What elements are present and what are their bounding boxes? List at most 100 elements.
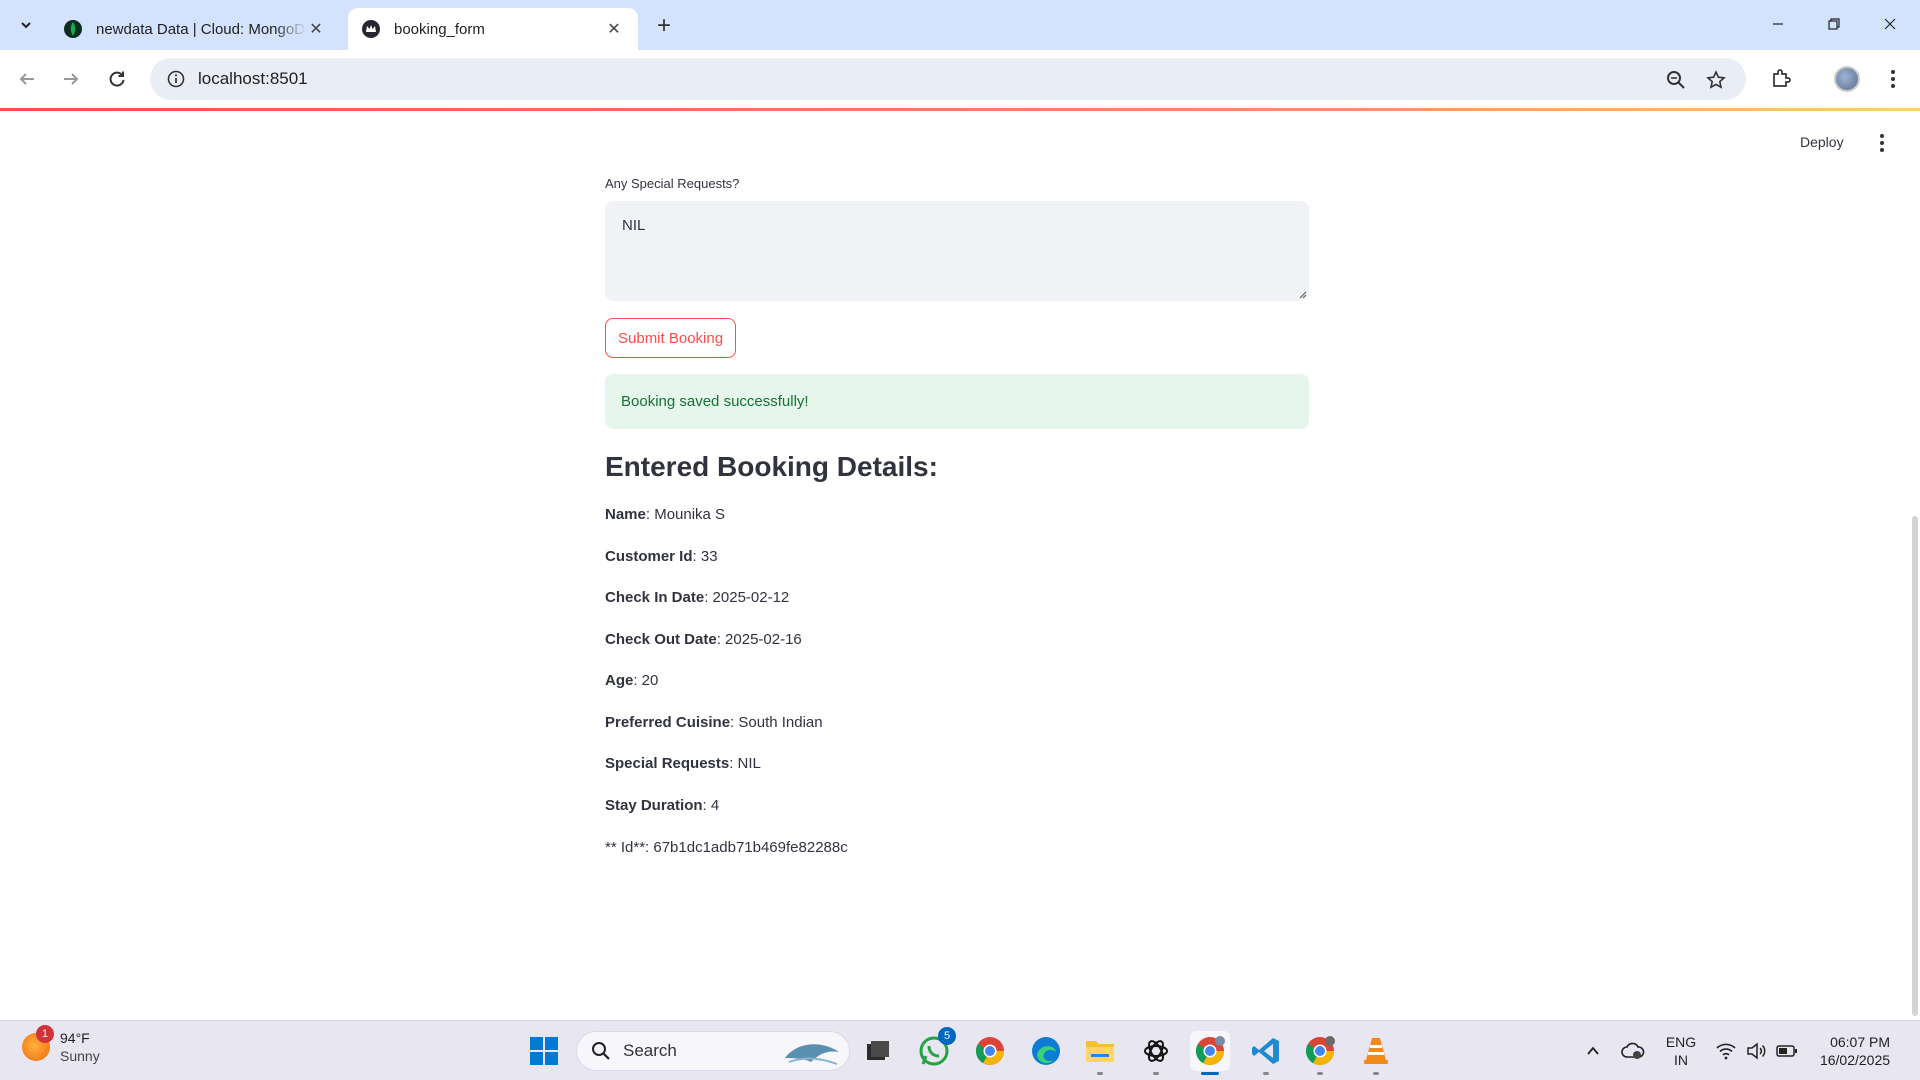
- extensions-button[interactable]: [1766, 64, 1796, 94]
- taskbar-vlc[interactable]: [1356, 1031, 1396, 1075]
- weather-condition: Sunny: [60, 1048, 100, 1064]
- folder-icon: [1086, 1041, 1114, 1062]
- language-indicator[interactable]: ENG IN: [1656, 1021, 1706, 1080]
- bookmark-star-icon[interactable]: [1704, 68, 1728, 92]
- url-text: localhost:8501: [198, 69, 308, 88]
- streamlit-crown-icon: [362, 20, 380, 38]
- detail-check-in-date: Check In Date: 2025-02-12: [605, 589, 790, 606]
- region-code: IN: [1674, 1052, 1688, 1068]
- taskbar-search[interactable]: Search: [576, 1031, 850, 1071]
- tab-booking-form[interactable]: booking_form ✕: [348, 8, 638, 50]
- restore-button[interactable]: [1814, 6, 1854, 42]
- app-menu-button[interactable]: [1874, 131, 1890, 155]
- close-window-button[interactable]: [1870, 6, 1910, 42]
- quick-settings-button[interactable]: [1712, 1021, 1802, 1080]
- show-hidden-icons-button[interactable]: [1578, 1021, 1608, 1080]
- detail-id: ** Id**: 67b1dc1adb71b469fe82288c: [605, 839, 848, 856]
- search-icon: [592, 1042, 610, 1060]
- tab-title: booking_form: [394, 20, 485, 38]
- special-requests-textarea[interactable]: NIL: [605, 201, 1309, 301]
- tab-search-button[interactable]: [10, 10, 42, 40]
- notification-badge: 1: [36, 1025, 54, 1043]
- more-vertical-icon: [1880, 134, 1884, 138]
- address-bar[interactable]: localhost:8501: [150, 58, 1746, 100]
- windows-logo-icon: [530, 1037, 558, 1065]
- dolphin-highlight-icon: [785, 1044, 839, 1065]
- details-heading: Entered Booking Details:: [605, 451, 938, 482]
- close-icon: [1884, 18, 1896, 30]
- chrome-icon: [1196, 1036, 1225, 1065]
- clock-date: 16/02/2025: [1819, 1052, 1891, 1068]
- deploy-button[interactable]: Deploy: [1800, 134, 1844, 150]
- clock[interactable]: 06:07 PM 16/02/2025: [1810, 1021, 1900, 1080]
- notification-badge: 5: [938, 1027, 956, 1045]
- profile-button[interactable]: [1832, 64, 1862, 94]
- browser-toolbar: localhost:8501: [0, 50, 1920, 108]
- start-button[interactable]: [524, 1031, 564, 1071]
- taskbar-chrome-second[interactable]: [1300, 1031, 1340, 1075]
- mongodb-leaf-icon: [64, 20, 82, 38]
- success-alert: Booking saved successfully!: [605, 374, 1309, 429]
- taskbar-chrome[interactable]: [970, 1031, 1010, 1071]
- task-view-icon: [867, 1041, 889, 1060]
- resize-handle-icon[interactable]: [1297, 289, 1307, 299]
- running-indicator: [1153, 1072, 1159, 1075]
- battery-icon: [1776, 1045, 1797, 1057]
- taskbar-task-view[interactable]: [858, 1031, 898, 1071]
- running-indicator: [1097, 1072, 1103, 1075]
- taskbar-file-explorer[interactable]: [1080, 1031, 1120, 1075]
- site-info-icon[interactable]: [156, 70, 196, 88]
- success-message: Booking saved successfully!: [621, 393, 809, 410]
- arrow-right-icon: [64, 73, 79, 85]
- detail-preferred-cuisine: Preferred Cuisine: South Indian: [605, 714, 823, 731]
- back-button[interactable]: [12, 64, 42, 94]
- app-main: Deploy Any Special Requests? NIL Submit …: [0, 111, 1920, 1020]
- taskbar-vscode[interactable]: [1246, 1031, 1286, 1075]
- detail-stay-duration: Stay Duration: 4: [605, 797, 720, 814]
- submit-booking-button[interactable]: Submit Booking: [605, 318, 737, 358]
- clock-time: 06:07 PM: [1830, 1034, 1891, 1050]
- running-indicator: [1317, 1072, 1323, 1075]
- edge-icon: [1032, 1037, 1060, 1065]
- taskbar-edge[interactable]: [1026, 1031, 1066, 1071]
- detail-age: Age: 20: [605, 672, 659, 689]
- special-requests-value: NIL: [622, 217, 646, 234]
- cloud-sync-icon: [1621, 1042, 1645, 1059]
- special-requests-label: Any Special Requests?: [605, 176, 740, 191]
- vscode-icon: [1252, 1038, 1279, 1064]
- taskbar: 1 94°F Sunny Search 5 ENG IN 06:07 PM 16…: [0, 1020, 1920, 1080]
- active-indicator: [1201, 1072, 1219, 1075]
- onedrive-tray-button[interactable]: [1618, 1021, 1648, 1080]
- minimize-button[interactable]: [1758, 6, 1798, 42]
- chevron-up-icon: [1587, 1046, 1599, 1055]
- sun-icon: 1: [22, 1025, 54, 1061]
- taskbar-whatsapp[interactable]: 5: [914, 1027, 956, 1071]
- detail-special-requests: Special Requests: NIL: [605, 755, 761, 772]
- running-indicator: [1263, 1072, 1269, 1075]
- weather-temp: 94°F: [60, 1030, 90, 1046]
- taskbar-chrome-profile[interactable]: [1190, 1031, 1230, 1075]
- taskbar-chatgpt[interactable]: [1136, 1031, 1176, 1075]
- tab-mongodb[interactable]: newdata Data | Cloud: MongoDB Cloud ✕: [50, 8, 340, 50]
- reload-button[interactable]: [102, 64, 132, 94]
- forward-button[interactable]: [56, 64, 86, 94]
- puzzle-icon: [1773, 69, 1791, 87]
- weather-widget[interactable]: 1 94°F Sunny: [22, 1025, 100, 1065]
- zoom-icon[interactable]: [1664, 68, 1688, 92]
- browser-tabstrip: newdata Data | Cloud: MongoDB Cloud ✕ bo…: [0, 0, 1920, 50]
- chevron-down-icon: [21, 22, 31, 29]
- browser-menu-button[interactable]: [1878, 64, 1908, 94]
- wifi-icon: [1716, 1043, 1736, 1060]
- search-label: Search: [623, 1041, 677, 1060]
- scrollbar[interactable]: [1912, 516, 1918, 1016]
- chrome-icon: [976, 1037, 1004, 1065]
- language-code: ENG: [1665, 1034, 1697, 1050]
- vlc-cone-icon: [1364, 1038, 1388, 1064]
- reload-icon: [109, 71, 125, 87]
- avatar: [1834, 66, 1860, 92]
- close-icon[interactable]: ✕: [306, 19, 326, 39]
- new-tab-button[interactable]: +: [650, 12, 678, 40]
- openai-icon: [1144, 1040, 1168, 1062]
- detail-customer-id: Customer Id: 33: [605, 548, 718, 565]
- close-icon[interactable]: ✕: [604, 19, 624, 39]
